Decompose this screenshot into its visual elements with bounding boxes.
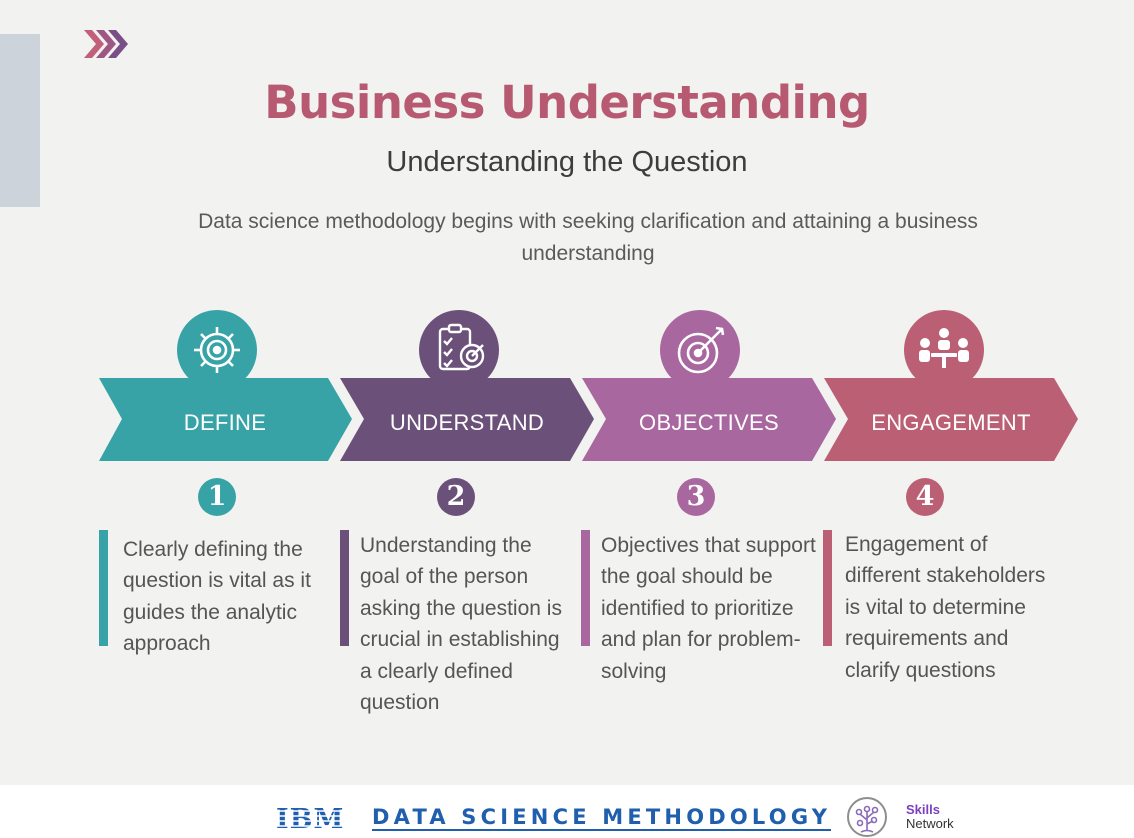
- clipboard-target-icon: [419, 310, 499, 390]
- network-label: Network: [906, 816, 954, 831]
- desc-accent-bar-4: [823, 530, 832, 646]
- skills-label: Skills: [906, 802, 940, 817]
- svg-text:IBM: IBM: [276, 805, 344, 831]
- step-description-3: Objectives that support the goal should …: [601, 534, 816, 683]
- step-description-2: Understanding the goal of the person ask…: [360, 534, 562, 715]
- desc-accent-bar-1: [99, 530, 108, 646]
- footer-title-link[interactable]: DATA SCIENCE METHODOLOGY: [372, 805, 832, 831]
- step-number-4: 4: [906, 478, 944, 516]
- step-label-define: DEFINE: [183, 410, 267, 435]
- step-number-2: 2: [437, 478, 475, 516]
- triple-chevron-icon: [84, 30, 128, 58]
- step-number-1: 1: [198, 478, 236, 516]
- page-subtitle: Understanding the Question: [386, 146, 748, 178]
- process-flow: [99, 310, 1078, 461]
- skills-network-logo-icon: [847, 797, 887, 837]
- ibm-logo: IBM: [276, 805, 350, 831]
- gear-target-icon: [177, 310, 257, 390]
- step-description-1: Clearly defining the question is vital a…: [123, 538, 311, 656]
- step-description-4: Engagement of different stakeholders is …: [845, 533, 1046, 682]
- step-label-understand: UNDERSTAND: [389, 410, 545, 435]
- skills-network-wordmark: Skills Network: [906, 803, 954, 831]
- step-number-3: 3: [677, 478, 715, 516]
- step-label-engagement: ENGAGEMENT: [871, 410, 1031, 435]
- meeting-people-icon: [904, 310, 984, 390]
- page-title: Business Understanding: [264, 76, 870, 129]
- intro-text: Data science methodology begins with see…: [198, 210, 978, 265]
- step-label-objectives: OBJECTIVES: [639, 410, 779, 435]
- target-arrow-icon: [660, 310, 740, 390]
- desc-accent-bar-2: [340, 530, 349, 646]
- desc-accent-bar-3: [581, 530, 590, 646]
